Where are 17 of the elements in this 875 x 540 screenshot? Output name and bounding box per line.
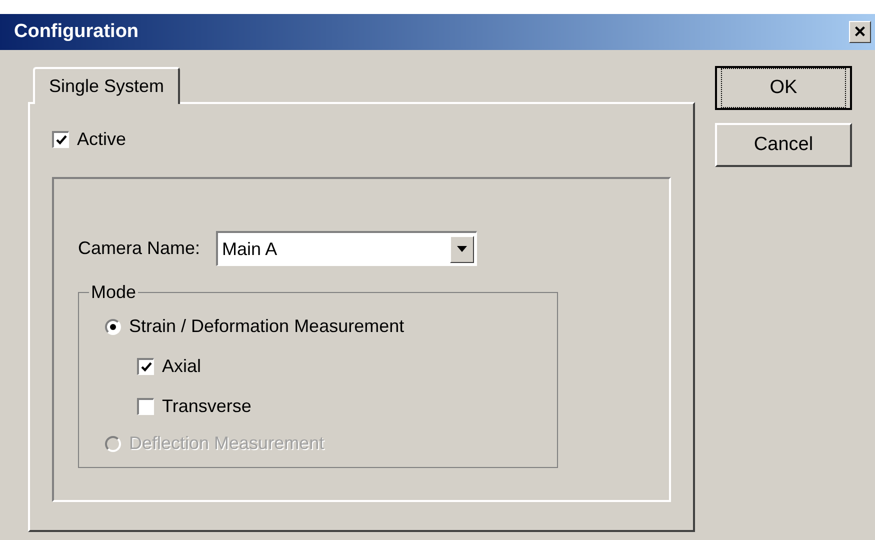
tab[interactable]: Single System	[33, 67, 180, 104]
close-button[interactable]: ×	[849, 21, 871, 43]
radio-button[interactable]	[105, 318, 121, 334]
checkmark-icon	[56, 135, 66, 145]
checkbox-label: Transverse	[162, 395, 252, 418]
checkbox[interactable]	[137, 358, 154, 375]
field-label: Camera Name:	[78, 237, 200, 260]
camera-name-dropdown[interactable]: Main A	[216, 231, 478, 266]
checkmark-icon	[140, 362, 152, 372]
dialog-button[interactable]: OK	[715, 66, 852, 110]
window-title: Configuration	[14, 20, 139, 44]
checkbox-label: Axial	[162, 355, 202, 378]
dialog-button[interactable]: Cancel	[715, 123, 852, 167]
radio-label: Strain / Deformation Measurement	[129, 315, 404, 338]
checkbox[interactable]	[137, 398, 154, 415]
checkbox-label: Active	[77, 128, 126, 151]
checkbox[interactable]	[52, 131, 69, 148]
